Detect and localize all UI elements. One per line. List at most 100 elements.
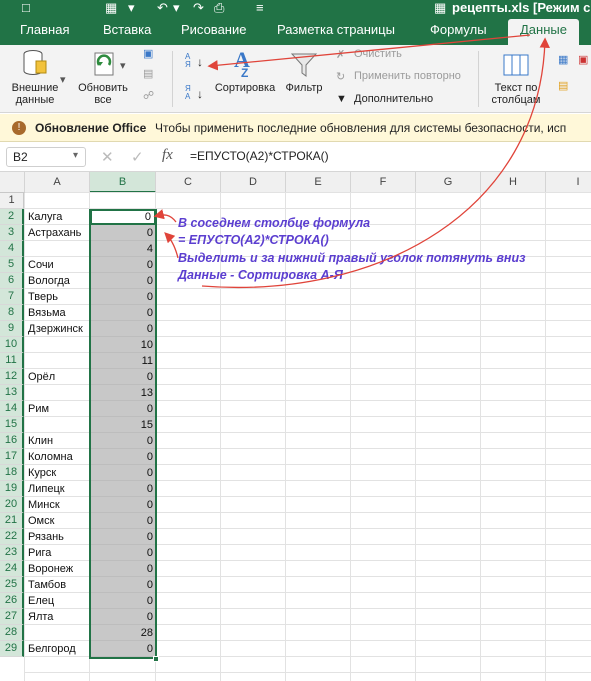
edit-links-icon[interactable]: ☍ (143, 89, 154, 102)
row-header[interactable]: 11 (0, 353, 24, 369)
row-header[interactable]: 23 (0, 545, 24, 561)
tab-insert[interactable]: Вставка (103, 19, 151, 45)
cell-b[interactable]: 0 (90, 305, 156, 321)
row-header[interactable]: 20 (0, 497, 24, 513)
cell-b[interactable]: 0 (90, 561, 156, 577)
cell-b[interactable]: 0 (90, 513, 156, 529)
cell-a[interactable]: Курск (25, 465, 90, 481)
cell-b[interactable]: 0 (90, 545, 156, 561)
cell-a[interactable]: Рязань (25, 529, 90, 545)
cell-a[interactable]: Дзержинск (25, 321, 90, 337)
text-to-columns-button[interactable]: Текст по столбцам (485, 49, 547, 106)
cell-b[interactable]: 0 (90, 273, 156, 289)
remove-duplicates-icon[interactable]: ▤ (558, 79, 568, 92)
row-header[interactable]: 14 (0, 401, 24, 417)
cell-a[interactable]: Астрахань (25, 225, 90, 241)
cell-b[interactable]: 15 (90, 417, 156, 433)
row-header[interactable]: 25 (0, 577, 24, 593)
row-header[interactable]: 8 (0, 305, 24, 321)
dropdown-icon[interactable]: ▾ (128, 0, 135, 16)
cell-a[interactable]: Клин (25, 433, 90, 449)
row-header[interactable]: 4 (0, 241, 24, 257)
row-header[interactable]: 7 (0, 289, 24, 305)
redo-icon[interactable]: ↷ (193, 0, 204, 16)
tab-draw[interactable]: Рисование (181, 19, 246, 45)
cell-a[interactable]: Липецк (25, 481, 90, 497)
cell-a[interactable]: Сочи (25, 257, 90, 273)
cell-b[interactable]: 0 (90, 449, 156, 465)
tab-home[interactable]: Главная (20, 19, 69, 45)
properties-icon[interactable]: ▤ (143, 67, 153, 80)
row-header[interactable]: 17 (0, 449, 24, 465)
sort-button[interactable]: A Z Сортировка (212, 47, 278, 94)
cell-b[interactable]: 13 (90, 385, 156, 401)
row-header[interactable]: 5 (0, 257, 24, 273)
filter-button[interactable]: Фильтр (280, 49, 328, 94)
cell-a[interactable]: Орёл (25, 369, 90, 385)
cell-a[interactable]: Вологда (25, 273, 90, 289)
cell-a[interactable] (25, 337, 90, 353)
row-header[interactable]: 27 (0, 609, 24, 625)
data-validation-icon[interactable]: ▣ (578, 53, 588, 66)
cell-a[interactable]: Тверь (25, 289, 90, 305)
spreadsheet-grid[interactable]: A B C D E F G H I 1 2 Калуга 0 3 Астрахань 0 4 4… (0, 172, 591, 681)
row-header[interactable]: 12 (0, 369, 24, 385)
advanced-button[interactable]: Дополнительно (354, 93, 433, 105)
external-data-dropdown-icon[interactable]: ▾ (60, 73, 66, 86)
active-cell-b2[interactable]: 0 (90, 209, 156, 225)
cell-b[interactable]: 0 (90, 401, 156, 417)
cell-a[interactable] (25, 417, 90, 433)
cell-b[interactable]: 4 (90, 241, 156, 257)
cell-b[interactable]: 0 (90, 289, 156, 305)
cell-b[interactable]: 0 (90, 641, 156, 657)
cell-b[interactable]: 0 (90, 257, 156, 273)
cell-b[interactable]: 0 (90, 593, 156, 609)
tab-page-layout[interactable]: Разметка страницы (277, 19, 395, 45)
undo-icon[interactable]: ↶ (157, 0, 168, 16)
row-header[interactable]: 16 (0, 433, 24, 449)
cell-b[interactable]: 28 (90, 625, 156, 641)
reapply-button[interactable]: Применить повторно (354, 70, 461, 82)
row-header[interactable]: 19 (0, 481, 24, 497)
row-header[interactable]: 21 (0, 513, 24, 529)
cell-a[interactable]: Тамбов (25, 577, 90, 593)
cell-a[interactable] (25, 625, 90, 641)
customize-toolbar-icon[interactable]: ≡ (256, 0, 264, 15)
clear-button[interactable]: Очистить (354, 48, 402, 60)
cell-a[interactable] (25, 385, 90, 401)
connections-icon[interactable]: ▣ (143, 47, 153, 60)
flash-fill-icon[interactable]: ▦ (558, 53, 568, 66)
row-header[interactable]: 3 (0, 225, 24, 241)
cell-b[interactable]: 0 (90, 433, 156, 449)
tab-formulas[interactable]: Формулы (430, 19, 487, 45)
row-header[interactable]: 2 (0, 209, 24, 225)
cell-a[interactable]: Рим (25, 401, 90, 417)
grid-icon[interactable]: ▦ (105, 0, 117, 16)
cell-b[interactable]: 0 (90, 321, 156, 337)
insert-function-button[interactable]: fx (162, 147, 173, 164)
cell-b[interactable]: 10 (90, 337, 156, 353)
cell-a[interactable]: Рига (25, 545, 90, 561)
row-header[interactable]: 24 (0, 561, 24, 577)
cell-a[interactable]: Омск (25, 513, 90, 529)
cell-b[interactable]: 0 (90, 481, 156, 497)
cell-b[interactable]: 0 (90, 577, 156, 593)
cell-a[interactable]: Калуга (25, 209, 90, 225)
undo-dropdown-icon[interactable]: ▾ (173, 0, 180, 16)
cell-a[interactable] (25, 193, 90, 209)
cell-a[interactable] (25, 241, 90, 257)
enter-icon[interactable]: ✓ (131, 148, 144, 166)
row-header[interactable]: 29 (0, 641, 24, 657)
cell-a[interactable]: Ялта (25, 609, 90, 625)
refresh-dropdown-icon[interactable]: ▾ (120, 59, 126, 72)
cell-b[interactable]: 0 (90, 609, 156, 625)
row-header[interactable]: 1 (0, 193, 24, 209)
cell-a[interactable]: Вязьма (25, 305, 90, 321)
name-box-dropdown-icon[interactable]: ▾ (73, 150, 78, 161)
cell-b[interactable]: 0 (90, 369, 156, 385)
row-header[interactable]: 28 (0, 625, 24, 641)
cell-a[interactable]: Минск (25, 497, 90, 513)
formula-input[interactable]: =ЕПУСТО(A2)*СТРОКА() (190, 149, 329, 163)
external-data-button[interactable]: Внешние данные (6, 47, 64, 106)
cell-b[interactable]: 11 (90, 353, 156, 369)
